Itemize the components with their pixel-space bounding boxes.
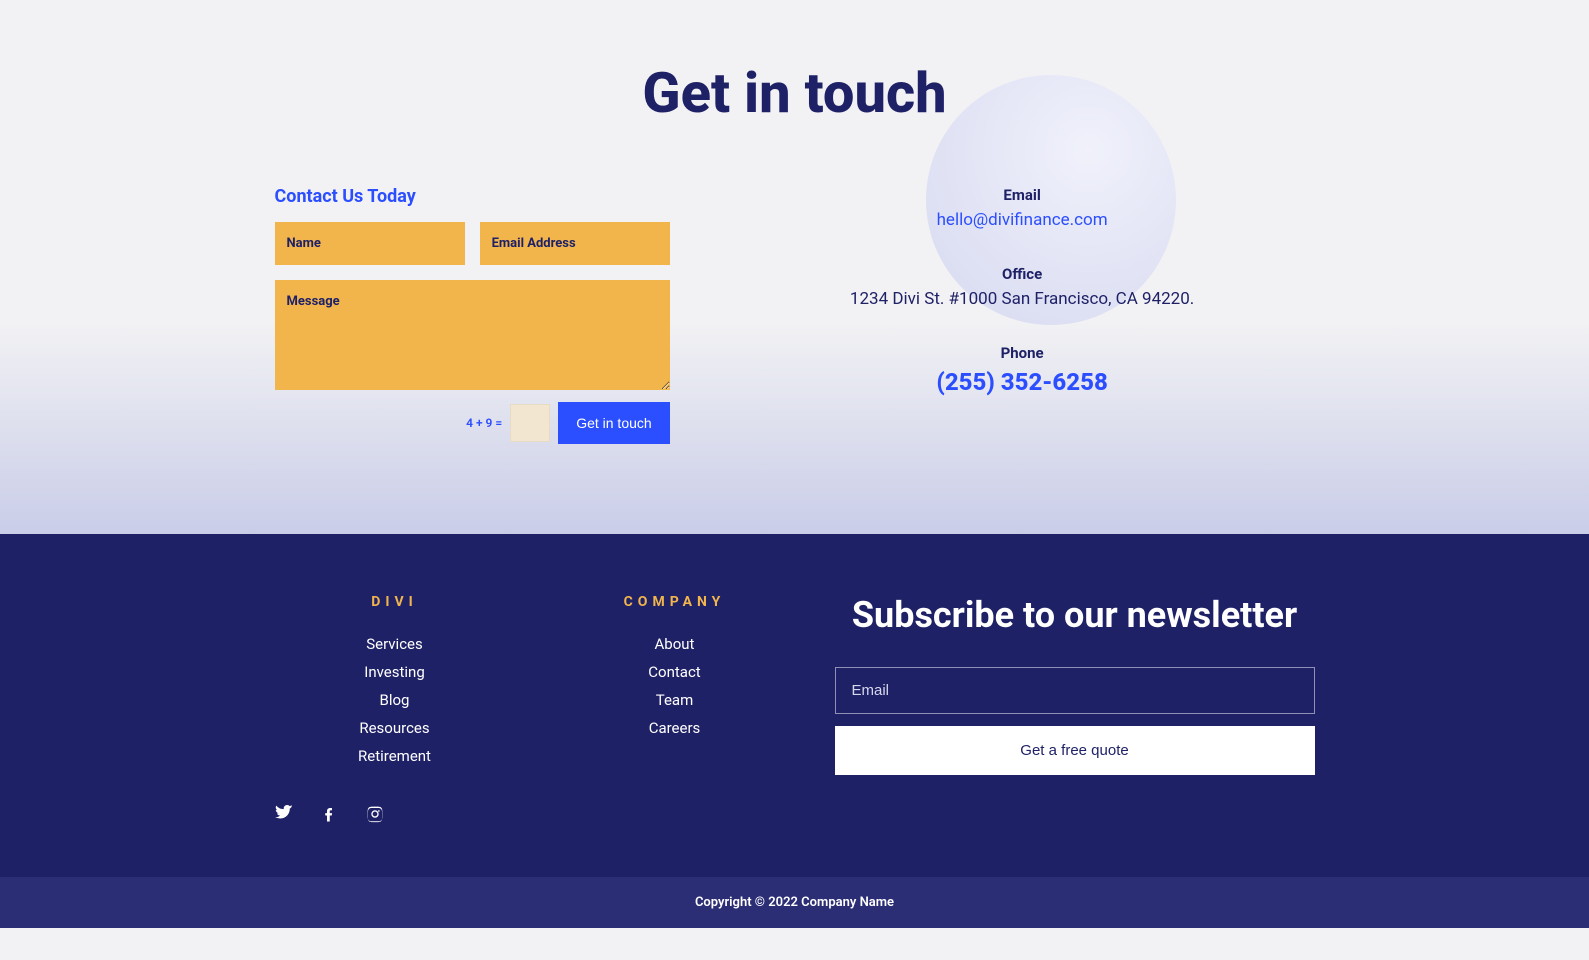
newsletter-block: Subscribe to our newsletter Get a free q…	[835, 594, 1315, 775]
footer-heading-company: COMPANY	[555, 594, 795, 610]
quote-button[interactable]: Get a free quote	[835, 726, 1315, 775]
contact-form: Contact Us Today 4 + 9 = Get in touch	[275, 186, 670, 444]
phone-link[interactable]: (255) 352-6258	[730, 368, 1315, 396]
instagram-icon[interactable]	[366, 805, 384, 827]
contact-info: Email hello@divifinance.com Office 1234 …	[730, 186, 1315, 444]
form-heading: Contact Us Today	[275, 186, 670, 207]
email-label: Email	[730, 186, 1315, 204]
footer-link[interactable]: About	[555, 635, 795, 653]
facebook-icon[interactable]	[320, 805, 338, 827]
message-input[interactable]	[275, 280, 670, 390]
footer-link[interactable]: Blog	[275, 691, 515, 709]
name-input[interactable]	[275, 222, 465, 265]
footer-link[interactable]: Retirement	[275, 747, 515, 765]
footer-link[interactable]: Services	[275, 635, 515, 653]
phone-label: Phone	[730, 344, 1315, 362]
footer-link[interactable]: Careers	[555, 719, 795, 737]
footer-link[interactable]: Contact	[555, 663, 795, 681]
submit-button[interactable]: Get in touch	[558, 402, 670, 444]
office-label: Office	[730, 265, 1315, 283]
footer-link[interactable]: Resources	[275, 719, 515, 737]
email-input[interactable]	[480, 222, 670, 265]
footer-col-company: COMPANY About Contact Team Careers	[555, 594, 795, 775]
twitter-icon[interactable]	[275, 805, 293, 827]
office-address: 1234 Divi St. #1000 San Francisco, CA 94…	[730, 289, 1315, 309]
footer-heading-divi: DIVI	[275, 594, 515, 610]
captcha-label: 4 + 9 =	[466, 416, 502, 430]
captcha-input[interactable]	[510, 404, 550, 442]
footer-link[interactable]: Investing	[275, 663, 515, 681]
page-title: Get in touch	[275, 60, 1315, 126]
copyright: Copyright © 2022 Company Name	[0, 877, 1589, 928]
footer-link[interactable]: Team	[555, 691, 795, 709]
newsletter-email-input[interactable]	[835, 667, 1315, 714]
footer-col-divi: DIVI Services Investing Blog Resources R…	[275, 594, 515, 775]
email-link[interactable]: hello@divifinance.com	[730, 210, 1315, 230]
newsletter-title: Subscribe to our newsletter	[835, 594, 1315, 637]
